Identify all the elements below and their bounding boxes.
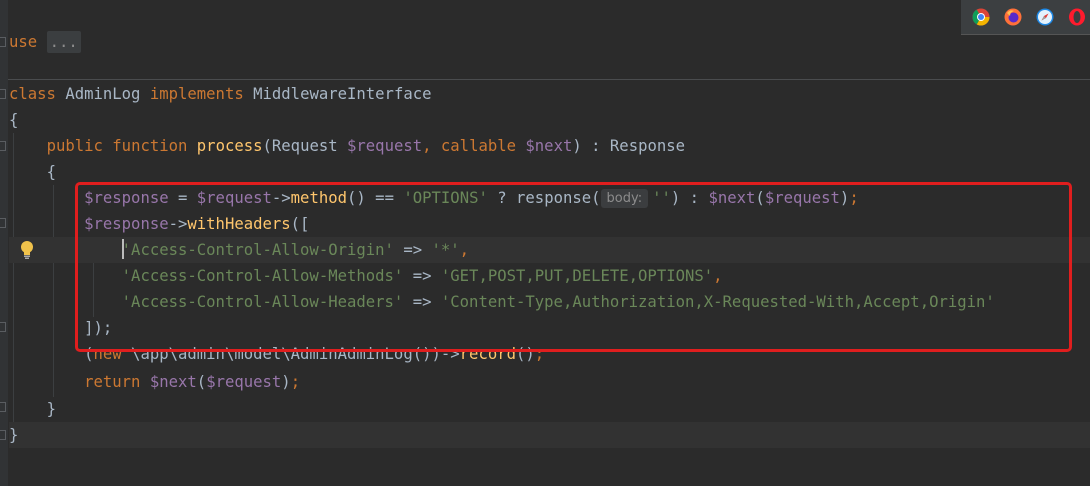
fold-marker-icon[interactable] (0, 141, 6, 151)
interface-name: MiddlewareInterface (253, 85, 432, 103)
code-line-method[interactable]: public function process(Request $request… (9, 133, 685, 159)
code-line-class[interactable]: class AdminLog implements MiddlewareInte… (9, 81, 432, 107)
fold-marker-icon[interactable] (0, 322, 6, 332)
code-line-method-brace[interactable]: { (9, 159, 56, 185)
type-callable: callable (440, 137, 517, 155)
brace: { (46, 163, 56, 181)
fold-marker-icon[interactable] (0, 218, 6, 228)
keyword-implements: implements (149, 85, 244, 103)
var-next: $next (149, 373, 197, 391)
collapsed-imports[interactable]: ... (46, 31, 81, 53)
type-request: Request (271, 137, 338, 155)
opera-icon[interactable] (1068, 8, 1086, 26)
paren: ) (281, 373, 291, 391)
fold-marker-icon[interactable] (0, 402, 6, 412)
class-name: AdminLog (65, 85, 141, 103)
semicolon: ; (290, 373, 301, 391)
brace: } (9, 426, 19, 444)
firefox-icon[interactable] (1004, 8, 1022, 26)
return-type: ) : Response (572, 137, 686, 155)
brace: } (46, 400, 56, 418)
code-line-brace-open[interactable]: { (9, 107, 18, 133)
editor-gutter (0, 0, 8, 486)
chrome-icon[interactable] (972, 8, 990, 26)
code-line-return[interactable]: return $next($request); (9, 369, 300, 395)
fold-marker-icon[interactable] (0, 430, 6, 440)
keyword-public: public (46, 137, 103, 155)
brace: { (9, 111, 19, 129)
keyword: use (9, 33, 38, 51)
fold-marker-icon[interactable] (0, 89, 6, 99)
fold-marker-icon[interactable] (0, 37, 6, 47)
code-line-use[interactable]: use ... (9, 29, 81, 55)
browser-preview-toolbar (961, 0, 1090, 35)
paren: ( (196, 373, 207, 391)
keyword-return: return (84, 373, 141, 391)
code-line-brace-close[interactable]: } (9, 422, 1090, 448)
param-request: $request (347, 137, 423, 155)
annotation-highlight-box (75, 182, 1072, 352)
paren: ( (262, 137, 272, 155)
separator-line (8, 79, 1090, 80)
lightbulb-icon[interactable] (19, 240, 35, 260)
method-name: process (196, 137, 263, 155)
var-request: $request (206, 373, 282, 391)
keyword-function: function (112, 137, 188, 155)
comma: , (422, 137, 432, 155)
safari-icon[interactable] (1036, 8, 1054, 26)
param-next: $next (525, 137, 573, 155)
code-line-method-brace-close[interactable]: } (9, 396, 56, 422)
keyword-class: class (9, 85, 56, 103)
